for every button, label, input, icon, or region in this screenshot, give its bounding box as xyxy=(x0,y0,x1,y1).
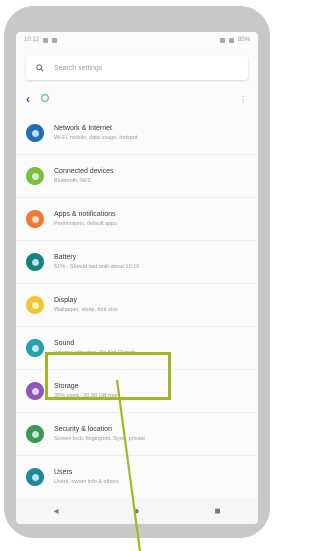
apps-icon xyxy=(26,210,44,228)
clock: 10:12 xyxy=(24,37,40,43)
settings-item-title: Storage xyxy=(54,383,79,390)
overflow-menu-icon[interactable]: ⋮ xyxy=(239,95,248,104)
storage-icon xyxy=(26,382,44,400)
display-icon xyxy=(26,296,44,314)
settings-item-display[interactable]: Display Wallpaper, sleep, font size xyxy=(16,284,258,327)
settings-item-text: Sound Volume, vibration, Do Not Disturb xyxy=(54,340,135,356)
settings-item-apps-notifications[interactable]: Apps & notifications Permissions, default… xyxy=(16,198,258,241)
settings-item-text: Users Users, owner info & others xyxy=(54,469,119,485)
search-placeholder: Search settings xyxy=(54,64,103,72)
settings-item-title: Connected devices xyxy=(54,168,114,175)
settings-item-users[interactable]: Users Users, owner info & others xyxy=(16,456,258,499)
settings-item-text: Display Wallpaper, sleep, font size xyxy=(54,297,118,313)
settings-item-storage[interactable]: Storage 35% used - 20.88 GB free xyxy=(16,370,258,413)
settings-item-subtitle: Wi-Fi, mobile, data usage, hotspot xyxy=(54,135,138,141)
settings-item-text: Storage 35% used - 20.88 GB free xyxy=(54,383,118,399)
settings-item-title: Sound xyxy=(54,340,75,347)
status-left: 10:12 xyxy=(24,37,58,43)
status-right: 85% xyxy=(219,37,250,43)
settings-item-title: Display xyxy=(54,297,77,304)
search-icon xyxy=(36,64,44,72)
back-arrow-icon[interactable]: ‹ xyxy=(26,92,30,106)
notification-icon xyxy=(43,37,49,43)
battery-percent: 85% xyxy=(237,37,250,43)
settings-gear-icon xyxy=(40,93,50,106)
settings-item-subtitle: Volume, vibration, Do Not Disturb xyxy=(54,350,136,356)
nav-home-icon[interactable]: ● xyxy=(133,506,139,517)
settings-item-battery[interactable]: Battery 51% - Should last until about 10:… xyxy=(16,241,258,284)
status-bar: 10:12 85% xyxy=(16,32,258,48)
settings-item-text: Security & location Screen lock, fingerpr… xyxy=(54,426,145,442)
settings-item-text: Battery 51% - Should last until about 10:… xyxy=(54,254,139,270)
settings-item-title: Users xyxy=(54,469,73,476)
settings-list: Network & Internet Wi-Fi, mobile, data us… xyxy=(16,112,258,499)
nav-recents-icon[interactable]: ■ xyxy=(214,506,220,517)
settings-item-subtitle: Wallpaper, sleep, font size xyxy=(54,307,118,313)
settings-item-subtitle: Users, owner info & others xyxy=(54,479,119,485)
security-icon xyxy=(26,425,44,443)
sound-icon xyxy=(26,339,44,357)
nav-back-icon[interactable]: ◂ xyxy=(53,506,58,517)
devices-icon xyxy=(26,167,44,185)
settings-item-network-internet[interactable]: Network & Internet Wi-Fi, mobile, data us… xyxy=(16,112,258,155)
search-bar[interactable]: Search settings xyxy=(26,56,248,80)
settings-item-title: Security & location xyxy=(54,426,112,433)
phone-frame: 10:12 85% Search settings ‹ ⋮ Network & … xyxy=(4,6,270,538)
navigation-bar: ◂ ● ■ xyxy=(16,498,258,524)
settings-item-subtitle: Bluetooth, NFC xyxy=(54,178,92,184)
settings-item-security-location[interactable]: Security & location Screen lock, fingerpr… xyxy=(16,413,258,456)
user-icon xyxy=(26,468,44,486)
settings-item-title: Network & Internet xyxy=(54,125,112,132)
settings-screen: 10:12 85% Search settings ‹ ⋮ Network & … xyxy=(16,32,258,524)
settings-item-text: Network & Internet Wi-Fi, mobile, data us… xyxy=(54,125,137,141)
wifi-icon xyxy=(26,124,44,142)
settings-item-subtitle: 51% - Should last until about 10:15 xyxy=(54,264,140,270)
settings-item-text: Apps & notifications Permissions, default… xyxy=(54,211,117,227)
battery-icon xyxy=(26,253,44,271)
settings-item-title: Apps & notifications xyxy=(54,211,116,218)
settings-item-subtitle: Screen lock, fingerprint, Sync, private xyxy=(54,436,146,442)
wifi-status-icon xyxy=(219,37,225,43)
settings-toolbar: ‹ ⋮ xyxy=(16,88,258,110)
settings-item-subtitle: 35% used - 20.88 GB free xyxy=(54,393,118,399)
notification-icon xyxy=(52,37,58,43)
settings-item-sound[interactable]: Sound Volume, vibration, Do Not Disturb xyxy=(16,327,258,370)
signal-icon xyxy=(228,37,234,43)
settings-item-text: Connected devices Bluetooth, NFC xyxy=(54,168,114,184)
settings-item-title: Battery xyxy=(54,254,77,261)
settings-item-connected-devices[interactable]: Connected devices Bluetooth, NFC xyxy=(16,155,258,198)
settings-item-subtitle: Permissions, default apps xyxy=(54,221,117,227)
